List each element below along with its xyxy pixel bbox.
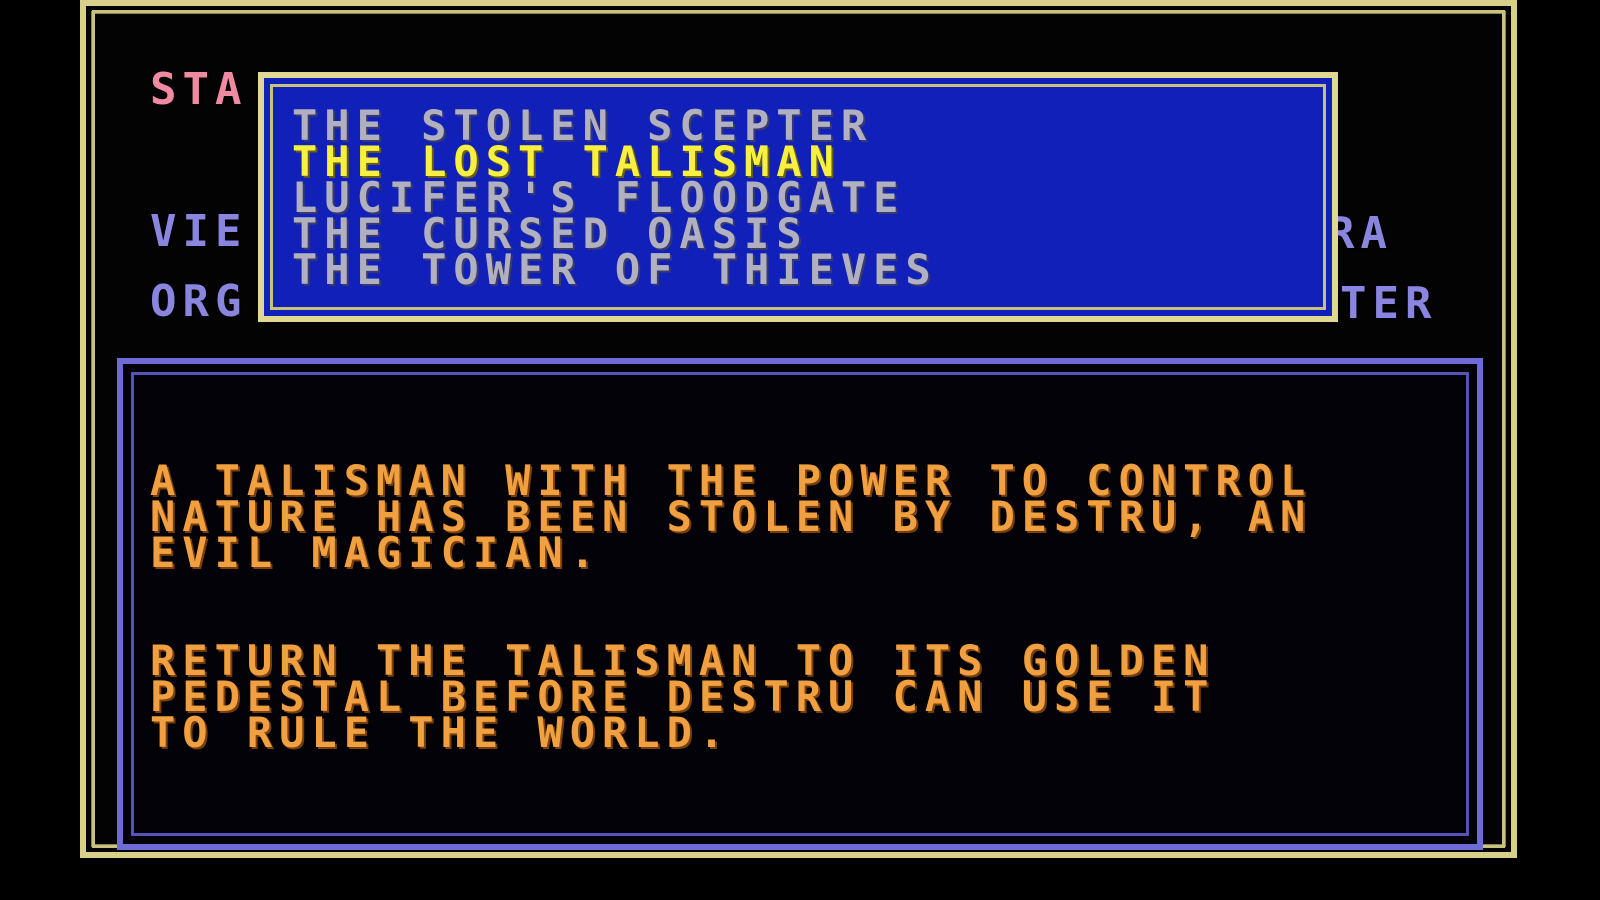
menu-start-option[interactable]: STA [150, 68, 247, 112]
description-paragraph-1: A TALISMAN WITH THE POWER TO CONTROL NAT… [150, 456, 1313, 577]
menu-org-option[interactable]: ORG [150, 280, 247, 324]
scenario-description-panel [117, 358, 1483, 850]
game-screen: STA VIE ORG RA TER A TALISMAN WITH THE P… [0, 0, 1600, 900]
description-paragraph-2: RETURN THE TALISMAN TO ITS GOLDEN PEDEST… [150, 636, 1216, 757]
scenario-list: THE STOLEN SCEPTER THE LOST TALISMAN LUC… [292, 105, 938, 291]
menu-view-option[interactable]: VIE [150, 210, 247, 254]
menu-right-option-2[interactable]: TER [1340, 282, 1437, 326]
scenario-select-popup: THE STOLEN SCEPTER THE LOST TALISMAN LUC… [258, 72, 1338, 322]
scenario-item-tower-of-thieves[interactable]: THE TOWER OF THIEVES [292, 249, 938, 291]
